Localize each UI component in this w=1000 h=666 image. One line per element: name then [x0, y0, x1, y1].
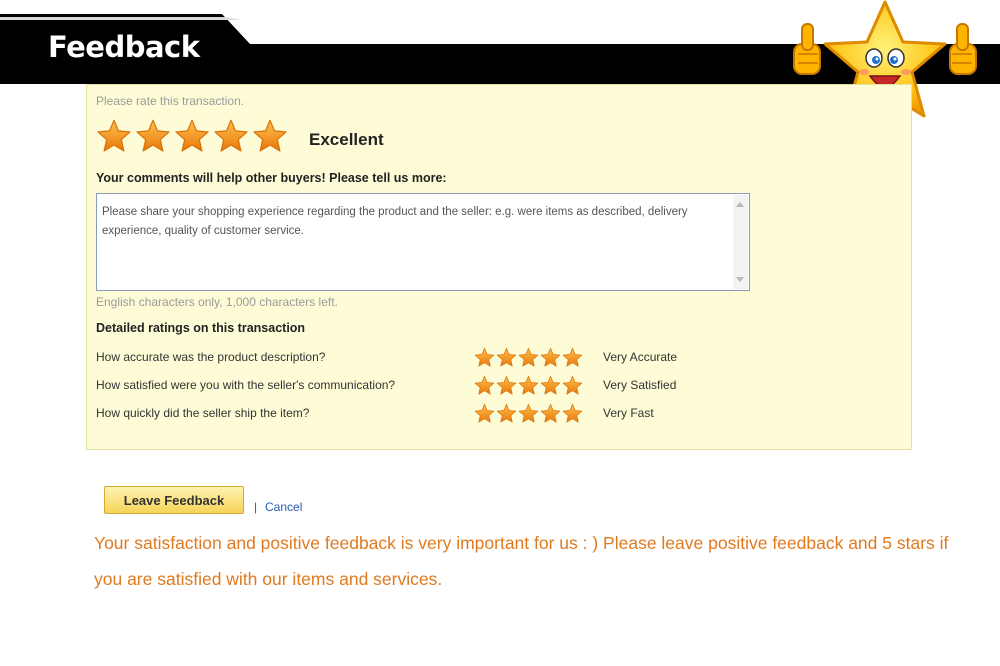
star-filled-icon[interactable] — [474, 347, 495, 368]
detail-question: How quickly did the seller ship the item… — [96, 406, 310, 420]
left-thumb-icon — [793, 23, 821, 75]
star-filled-icon[interactable] — [474, 403, 495, 424]
comments-scrollbar[interactable] — [733, 195, 748, 289]
star-filled-icon[interactable] — [540, 403, 561, 424]
detail-rating-label: Very Accurate — [603, 350, 678, 364]
star-filled-icon[interactable] — [252, 118, 288, 154]
rate-prompt: Please rate this transaction. — [96, 94, 245, 108]
promo-message: Your satisfaction and positive feedback … — [94, 533, 949, 589]
comments-heading: Your comments will help other buyers! Pl… — [96, 171, 447, 185]
star-filled-icon[interactable] — [540, 347, 561, 368]
detailed-ratings-heading: Detailed ratings on this transaction — [96, 321, 306, 335]
star-filled-icon[interactable] — [474, 375, 495, 396]
star-filled-icon[interactable] — [562, 403, 583, 424]
overall-rating-stars[interactable] — [96, 118, 288, 154]
star-filled-icon[interactable] — [518, 347, 539, 368]
leave-feedback-button[interactable]: Leave Feedback — [104, 486, 244, 514]
detail-rating-stars[interactable] — [474, 403, 583, 424]
overall-rating-label: Excellent — [309, 130, 384, 149]
star-filled-icon[interactable] — [562, 375, 583, 396]
character-count-hint: English characters only, 1,000 character… — [96, 295, 338, 309]
star-filled-icon[interactable] — [96, 118, 132, 154]
star-filled-icon[interactable] — [174, 118, 210, 154]
action-separator: | — [254, 500, 258, 514]
detail-rating-label: Very Fast — [603, 406, 654, 420]
detail-question: How satisfied were you with the seller's… — [96, 378, 396, 392]
detail-rating-stars[interactable] — [474, 347, 583, 368]
page-title: Feedback — [48, 30, 200, 64]
header-tab-edge — [0, 17, 242, 20]
cancel-link[interactable]: Cancel — [265, 500, 302, 514]
star-filled-icon[interactable] — [518, 375, 539, 396]
star-filled-icon[interactable] — [496, 375, 517, 396]
comments-textarea[interactable]: Please share your shopping experience re… — [96, 193, 750, 291]
comments-placeholder: Please share your shopping experience re… — [102, 206, 688, 237]
scroll-down-arrow-icon[interactable] — [736, 277, 744, 282]
star-filled-icon[interactable] — [496, 403, 517, 424]
star-filled-icon[interactable] — [562, 347, 583, 368]
star-filled-icon[interactable] — [496, 347, 517, 368]
star-filled-icon[interactable] — [135, 118, 171, 154]
star-filled-icon[interactable] — [213, 118, 249, 154]
detail-row-shipping: How quickly did the seller ship the item… — [96, 403, 716, 425]
scroll-up-arrow-icon[interactable] — [736, 202, 744, 207]
detail-row-accuracy: How accurate was the product description… — [96, 347, 716, 369]
right-thumb-icon — [949, 23, 977, 75]
detail-row-communication: How satisfied were you with the seller's… — [96, 375, 716, 397]
star-filled-icon[interactable] — [540, 375, 561, 396]
detail-question: How accurate was the product description… — [96, 350, 326, 364]
star-filled-icon[interactable] — [518, 403, 539, 424]
detail-rating-label: Very Satisfied — [603, 378, 677, 392]
detail-rating-stars[interactable] — [474, 375, 583, 396]
